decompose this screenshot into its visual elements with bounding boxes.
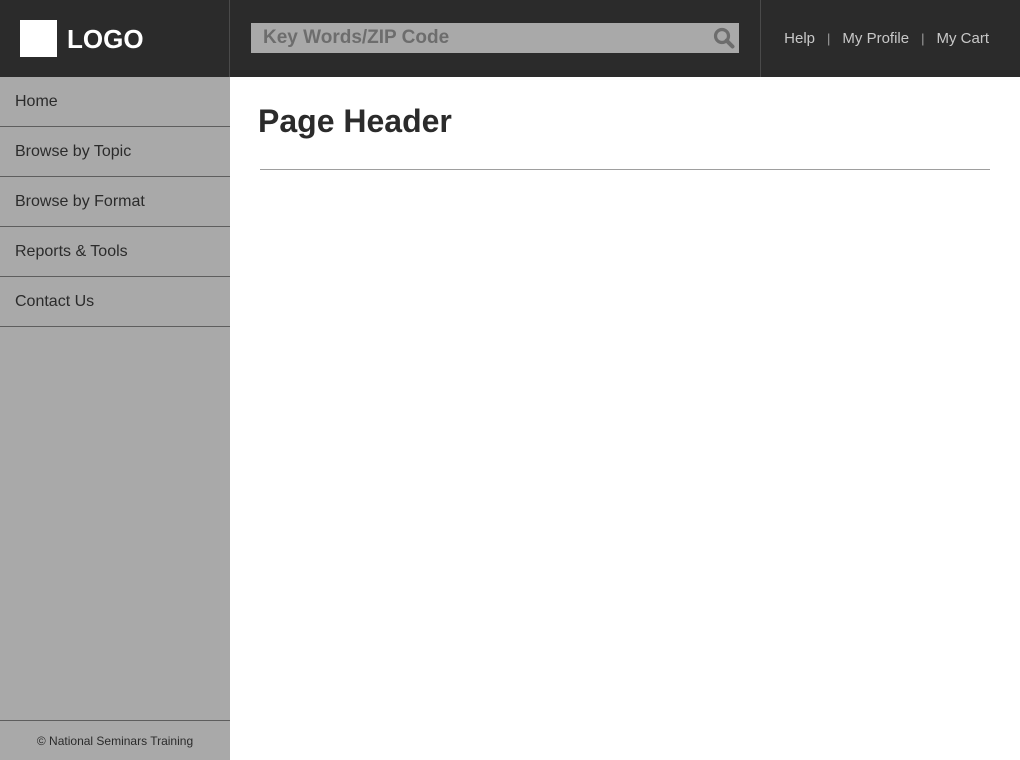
sidebar-item-home[interactable]: Home bbox=[0, 77, 230, 127]
my-cart-link[interactable]: My Cart bbox=[937, 30, 990, 47]
header-divider bbox=[760, 0, 761, 77]
main-content: Page Header bbox=[230, 77, 1020, 760]
logo-text: LOGO bbox=[67, 24, 144, 54]
search-button[interactable] bbox=[712, 26, 736, 50]
link-separator: | bbox=[921, 30, 925, 46]
sidebar-item-browse-by-format[interactable]: Browse by Format bbox=[0, 177, 230, 227]
link-separator: | bbox=[827, 30, 831, 46]
sidebar-item-contact-us[interactable]: Contact Us bbox=[0, 277, 230, 327]
sidebar-item-reports-tools[interactable]: Reports & Tools bbox=[0, 227, 230, 277]
sidebar-item-browse-by-topic[interactable]: Browse by Topic bbox=[0, 127, 230, 177]
header-divider-line bbox=[260, 169, 990, 170]
page-title: Page Header bbox=[258, 103, 452, 139]
search-icon bbox=[713, 27, 735, 49]
copyright-footer: © National Seminars Training bbox=[0, 720, 230, 760]
utility-links: Help | My Profile | My Cart bbox=[784, 29, 989, 47]
top-bar: LOGO Help | My Profile | My Cart bbox=[0, 0, 1020, 77]
logo-mark bbox=[20, 20, 57, 57]
my-profile-link[interactable]: My Profile bbox=[842, 30, 909, 47]
search-bar bbox=[251, 23, 739, 53]
logo-area[interactable]: LOGO bbox=[0, 0, 230, 77]
search-input[interactable] bbox=[251, 23, 706, 53]
sidebar: Home Browse by Topic Browse by Format Re… bbox=[0, 77, 230, 760]
help-link[interactable]: Help bbox=[784, 30, 815, 47]
